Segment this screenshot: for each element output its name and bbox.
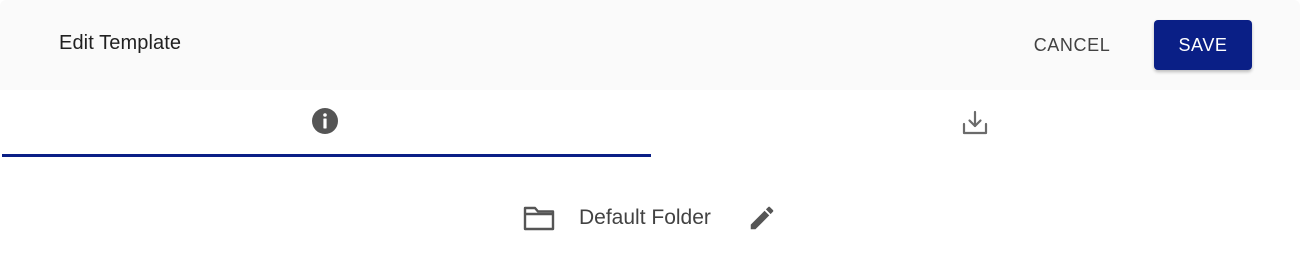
tab-info[interactable] bbox=[0, 90, 650, 158]
cancel-button[interactable]: CANCEL bbox=[1012, 20, 1132, 70]
folder-name: Default Folder bbox=[579, 206, 711, 229]
info-icon bbox=[311, 107, 339, 140]
tab-download[interactable] bbox=[650, 90, 1300, 158]
save-button[interactable]: SAVE bbox=[1154, 20, 1252, 70]
folder-icon bbox=[523, 204, 555, 232]
download-icon bbox=[961, 109, 989, 142]
dialog-header: Edit Template CANCEL SAVE bbox=[0, 0, 1300, 90]
tab-bar bbox=[0, 90, 1300, 158]
pencil-icon bbox=[747, 203, 777, 238]
dialog-title: Edit Template bbox=[59, 32, 182, 54]
folder-row: Default Folder bbox=[0, 196, 1300, 240]
edit-folder-button[interactable] bbox=[744, 202, 780, 238]
edit-template-dialog: Edit Template CANCEL SAVE Default Folder bbox=[0, 0, 1300, 264]
active-tab-indicator bbox=[2, 154, 651, 157]
